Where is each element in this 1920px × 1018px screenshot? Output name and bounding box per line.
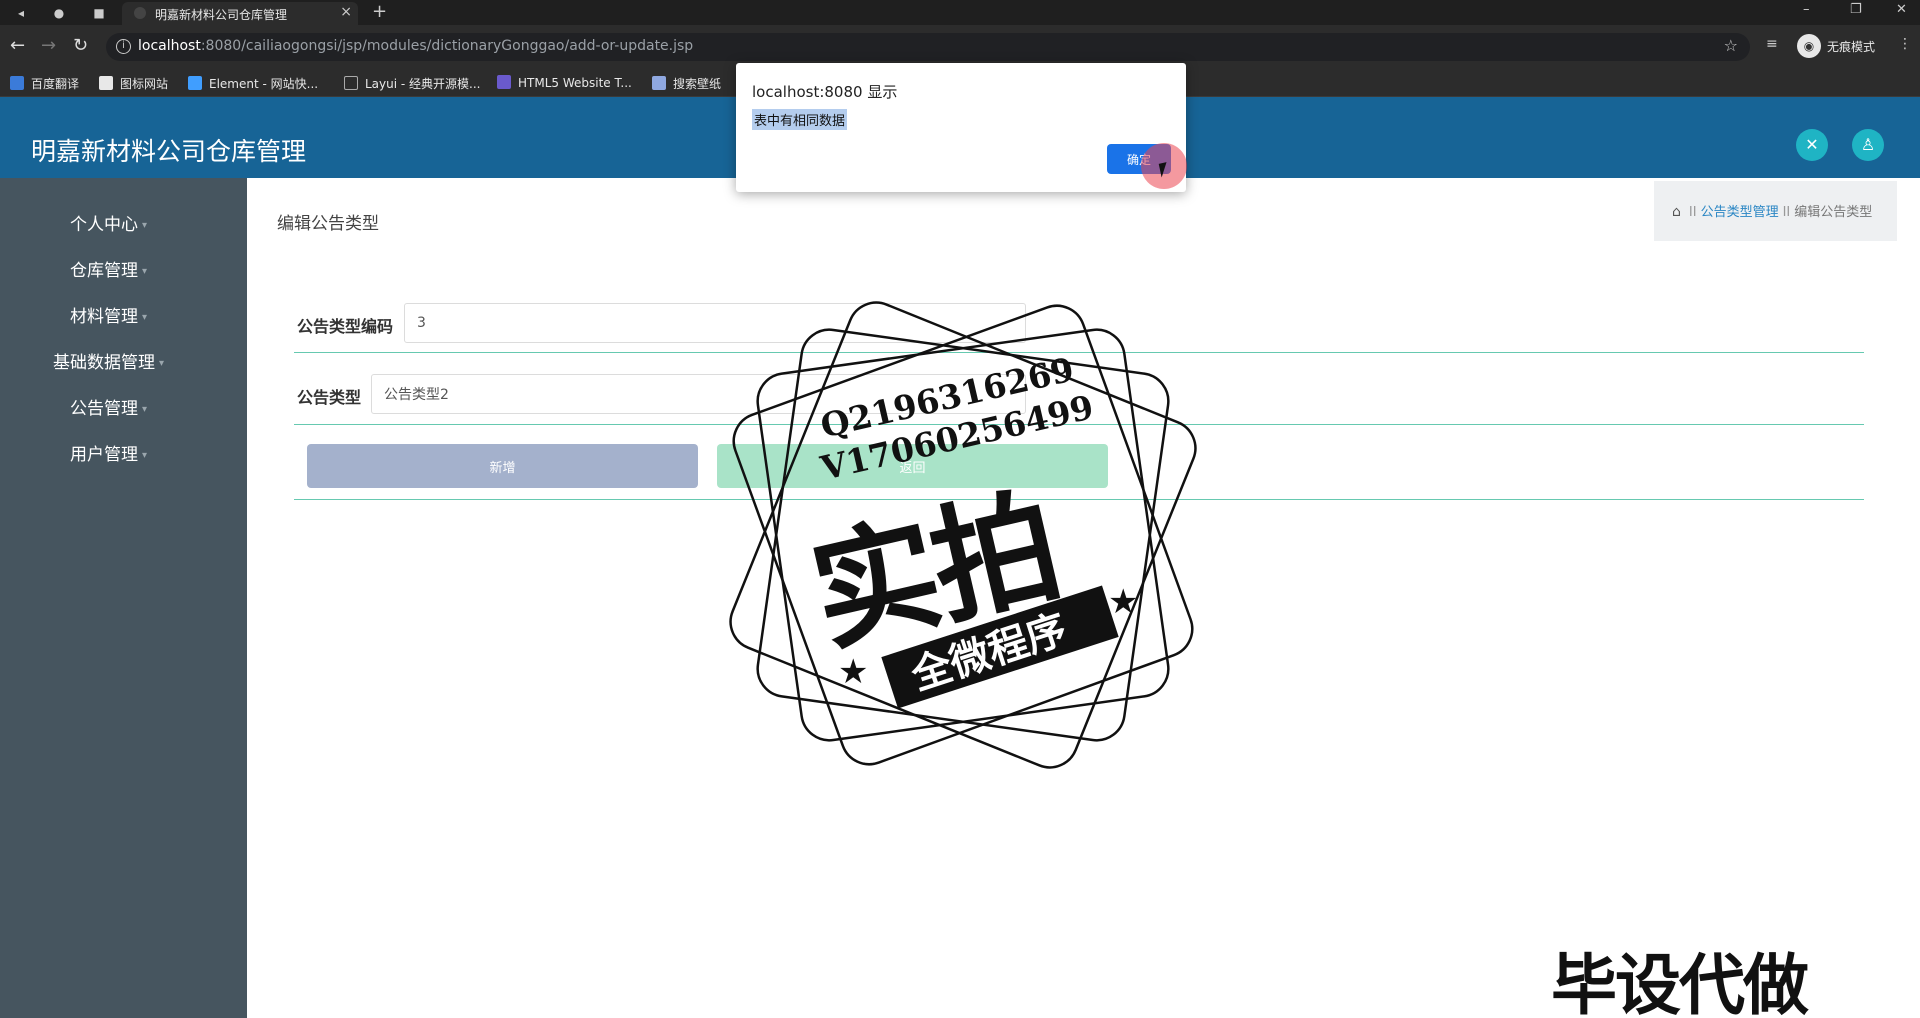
bookmark-item[interactable]: 图标网站	[99, 75, 168, 91]
incognito-icon[interactable]: ◉	[1797, 34, 1821, 58]
add-button[interactable]: 新增	[307, 444, 698, 488]
layui-icon	[344, 76, 358, 90]
app-title: 明嘉新材料公司仓库管理	[31, 137, 307, 166]
chevron-down-icon: ▾	[141, 450, 148, 461]
alert-dialog: localhost:8080 显示 表中有相同数据 确定	[736, 63, 1186, 192]
reading-list-icon[interactable]: ≡	[1766, 36, 1778, 52]
html5-icon	[497, 75, 511, 89]
restore-icon[interactable]: ❐	[1850, 2, 1862, 17]
bookmark-star-icon[interactable]: ☆	[1724, 36, 1738, 55]
browser-tab[interactable]: 明嘉新材料公司仓库管理 ×	[122, 2, 358, 25]
chevron-down-icon: ▾	[141, 312, 148, 323]
sidebar-item-notice[interactable]: 公告管理 ▾	[0, 394, 217, 419]
sidebar-item-base-data[interactable]: 基础数据管理 ▾	[0, 348, 217, 373]
chevron-down-icon: ▾	[158, 358, 165, 369]
globe-icon[interactable]: ●	[50, 4, 68, 22]
star-icon: ★	[1108, 582, 1139, 622]
tab-close-icon[interactable]: ×	[340, 4, 352, 20]
home-icon[interactable]: ⌂	[1672, 204, 1681, 220]
reload-icon[interactable]: ↻	[73, 35, 88, 56]
breadcrumb-link[interactable]: 公告类型管理	[1701, 205, 1779, 220]
site-info-icon[interactable]: i	[116, 39, 131, 54]
forward-icon[interactable]: →	[41, 35, 56, 56]
chevron-down-icon: ▾	[141, 266, 148, 277]
browser-tab-bar: ◂ ● ■ 明嘉新材料公司仓库管理 × + – ❐ ✕	[0, 0, 1920, 25]
url-text[interactable]: localhost:8080/cailiaogongsi/jsp/modules…	[138, 38, 693, 54]
sidebar-item-personal-center[interactable]: 个人中心 ▾	[0, 210, 217, 235]
bookmark-item[interactable]: 百度翻译	[10, 75, 79, 91]
breadcrumb-current: 编辑公告类型	[1794, 205, 1873, 220]
fullscreen-icon[interactable]: ✕	[1796, 129, 1828, 161]
alert-message: 表中有相同数据	[752, 109, 848, 130]
sidebar-item-users[interactable]: 用户管理 ▾	[0, 440, 217, 465]
tab-title: 明嘉新材料公司仓库管理	[155, 8, 288, 22]
bookmark-item[interactable]: HTML5 Website T...	[497, 75, 632, 91]
user-icon[interactable]: ♙	[1852, 129, 1884, 161]
translate-icon	[10, 76, 24, 90]
breadcrumb: ⌂ II 公告类型管理 II 编辑公告类型	[1654, 181, 1897, 241]
corner-watermark: 毕设代做	[1551, 947, 1809, 1018]
mute-icon[interactable]: ◂	[12, 4, 30, 22]
minimize-icon[interactable]: –	[1803, 2, 1810, 17]
page-title: 编辑公告类型	[277, 214, 379, 234]
star-icon: ★	[838, 652, 869, 692]
sidebar-item-material[interactable]: 材料管理 ▾	[0, 302, 217, 327]
code-label: 公告类型编码	[297, 317, 394, 336]
element-icon	[188, 76, 202, 90]
bookmark-item[interactable]: 搜索壁纸	[652, 75, 721, 91]
alert-title: localhost:8080 显示	[752, 83, 898, 101]
sidebar-item-warehouse[interactable]: 仓库管理 ▾	[0, 256, 217, 281]
browser-menu-icon[interactable]: ⋮	[1898, 36, 1912, 52]
chevron-down-icon: ▾	[141, 220, 148, 231]
bookmark-item[interactable]: Element - 网站快...	[188, 75, 318, 91]
chevron-down-icon: ▾	[141, 404, 148, 415]
incognito-label[interactable]: 无痕模式	[1827, 38, 1875, 55]
tab-favicon-icon	[134, 7, 146, 19]
back-icon[interactable]: ←	[10, 35, 25, 56]
window-icon[interactable]: ■	[90, 4, 108, 22]
new-tab-icon[interactable]: +	[372, 1, 387, 22]
wallpaper-icon	[652, 76, 666, 90]
bookmark-item[interactable]: Layui - 经典开源模...	[344, 75, 480, 91]
flag-icon	[99, 76, 113, 90]
address-bar[interactable]: i localhost:8080/cailiaogongsi/jsp/modul…	[106, 33, 1750, 61]
type-label: 公告类型	[297, 388, 362, 407]
close-window-icon[interactable]: ✕	[1896, 2, 1907, 17]
